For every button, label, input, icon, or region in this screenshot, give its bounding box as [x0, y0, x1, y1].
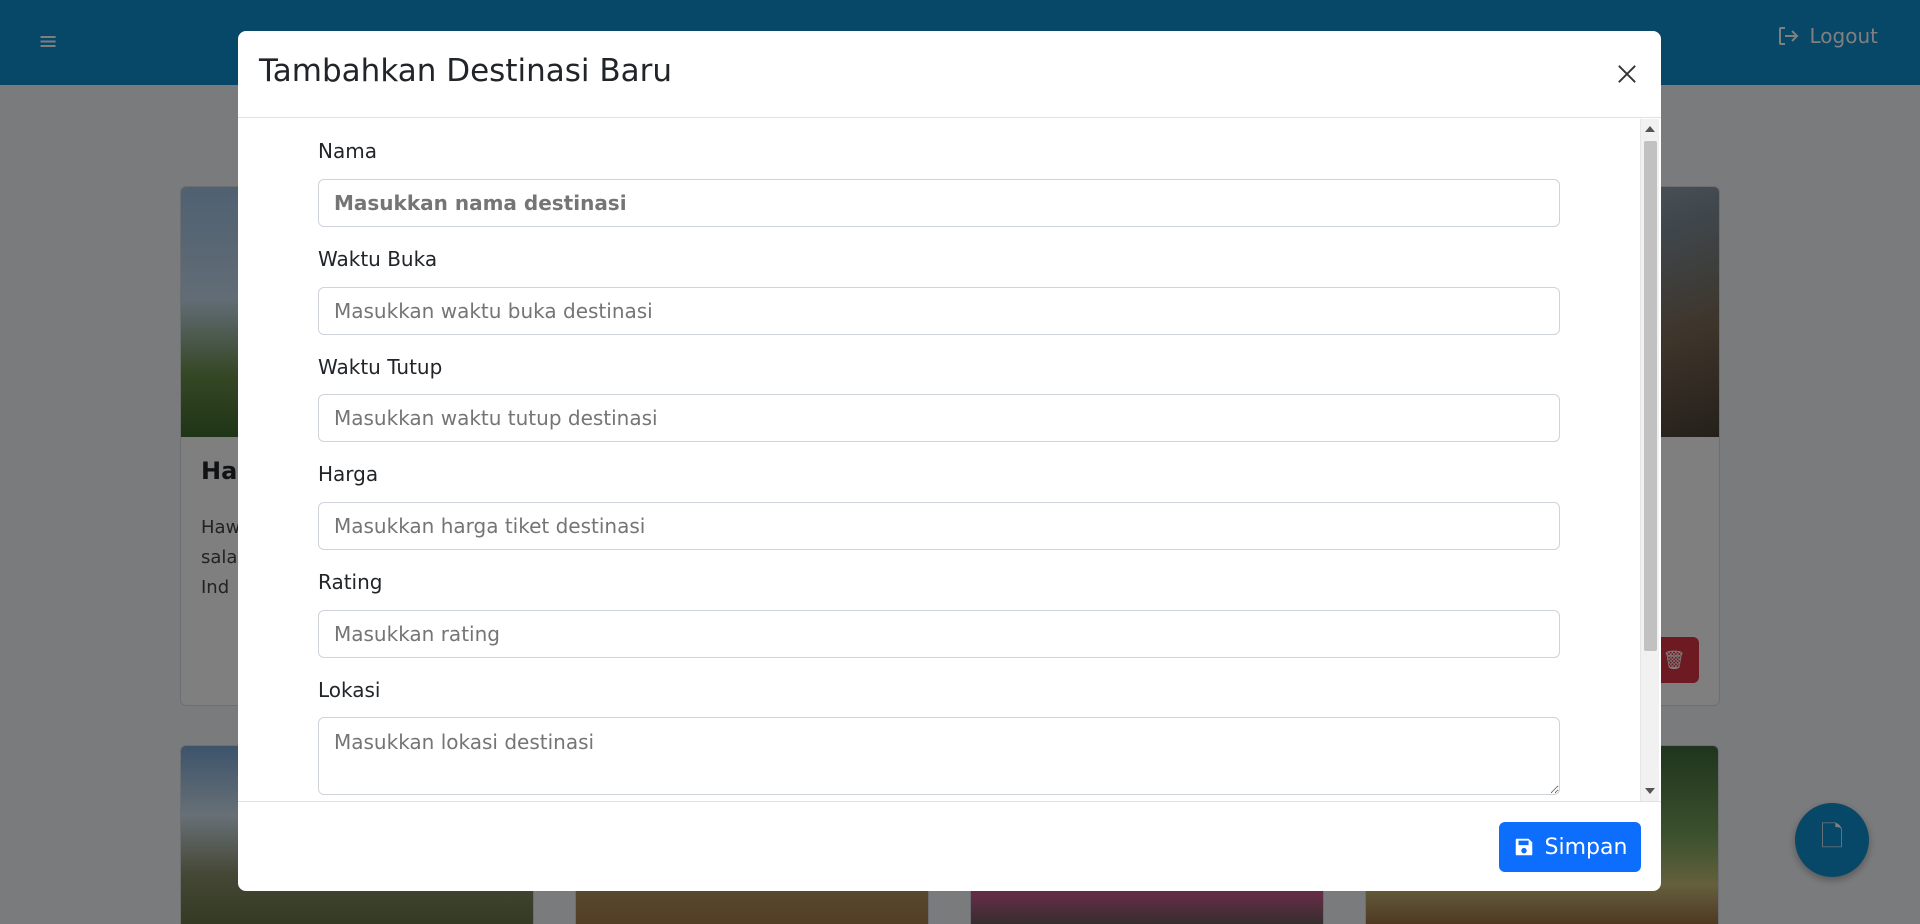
waktu-tutup-input[interactable]: [318, 394, 1560, 442]
modal-title: Tambahkan Destinasi Baru: [259, 53, 673, 89]
save-button[interactable]: Simpan: [1499, 822, 1641, 872]
lokasi-textarea[interactable]: [318, 717, 1560, 795]
modal-header: Tambahkan Destinasi Baru: [238, 31, 1661, 118]
nama-label: Nama: [318, 139, 377, 163]
lokasi-label: Lokasi: [318, 678, 381, 702]
harga-label: Harga: [318, 462, 379, 486]
floppy-disk-icon: [1515, 838, 1532, 856]
add-destination-modal: Tambahkan Destinasi Baru Nama Waktu Buka…: [238, 31, 1661, 891]
modal-scrollbar[interactable]: [1640, 119, 1659, 801]
modal-body: Nama Waktu Buka Waktu Tutup Harga Rating…: [238, 119, 1661, 801]
rating-input[interactable]: [318, 610, 1560, 658]
modal-footer: Simpan: [238, 801, 1661, 891]
waktu-tutup-label: Waktu Tutup: [318, 355, 443, 379]
scroll-up-arrow-icon[interactable]: [1645, 126, 1655, 132]
nama-input[interactable]: [318, 179, 1560, 227]
close-button[interactable]: [1611, 59, 1643, 91]
waktu-buka-input[interactable]: [318, 287, 1560, 335]
save-label: Simpan: [1544, 834, 1628, 860]
harga-input[interactable]: [318, 502, 1560, 550]
close-icon: [1618, 64, 1636, 83]
scroll-thumb[interactable]: [1644, 141, 1657, 651]
waktu-buka-label: Waktu Buka: [318, 247, 438, 271]
rating-label: Rating: [318, 570, 383, 594]
scroll-down-arrow-icon[interactable]: [1645, 788, 1655, 794]
